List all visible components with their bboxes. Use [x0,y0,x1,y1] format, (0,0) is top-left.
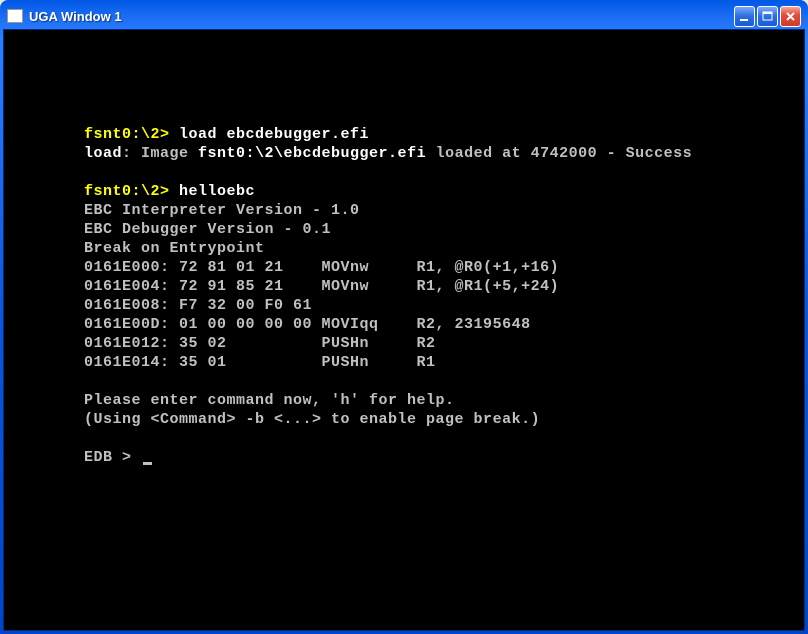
minimize-button[interactable] [734,6,755,27]
terminal-area[interactable]: fsnt0:\2> load ebcdebugger.efi load: Ima… [3,29,805,631]
load-label: load [84,145,122,162]
window-title: UGA Window 1 [29,9,734,24]
edb-prompt-line: EDB > [84,448,804,467]
prompt-path: fsnt0:\2> [84,183,170,200]
maximize-button[interactable] [757,6,778,27]
disasm-line: 0161E014: 35 01 PUSHn R1 [84,353,804,372]
prompt-line-1: fsnt0:\2> load ebcdebugger.efi [84,125,804,144]
load-output: load: Image fsnt0:\2\ebcdebugger.efi loa… [84,144,804,163]
command-text: helloebc [179,183,255,200]
edb-prompt: EDB > [84,449,141,466]
load-path: fsnt0:\2\ebcdebugger.efi [198,145,426,162]
help-text: Please enter command now, 'h' for help. [84,391,804,410]
interpreter-version: EBC Interpreter Version - 1.0 [84,201,804,220]
disasm-line: 0161E012: 35 02 PUSHn R2 [84,334,804,353]
window-controls [734,6,801,27]
disasm-line: 0161E004: 72 91 85 21 MOVnw R1, @R1(+5,+… [84,277,804,296]
close-button[interactable] [780,6,801,27]
command-text: load ebcdebugger.efi [179,126,369,143]
titlebar[interactable]: UGA Window 1 [3,3,805,29]
debugger-version: EBC Debugger Version - 0.1 [84,220,804,239]
prompt-line-2: fsnt0:\2> helloebc [84,182,804,201]
disasm-line: 0161E008: F7 32 00 F0 61 [84,296,804,315]
disasm-line: 0161E00D: 01 00 00 00 00 MOVIqq R2, 2319… [84,315,804,334]
prompt-path: fsnt0:\2> [84,126,170,143]
window-frame: UGA Window 1 fsnt0:\2> load ebcdebugger.… [0,0,808,634]
window-icon [7,9,23,23]
help-text: (Using <Command> -b <...> to enable page… [84,410,804,429]
break-info: Break on Entrypoint [84,239,804,258]
disasm-line: 0161E000: 72 81 01 21 MOVnw R1, @R0(+1,+… [84,258,804,277]
cursor [143,462,152,465]
